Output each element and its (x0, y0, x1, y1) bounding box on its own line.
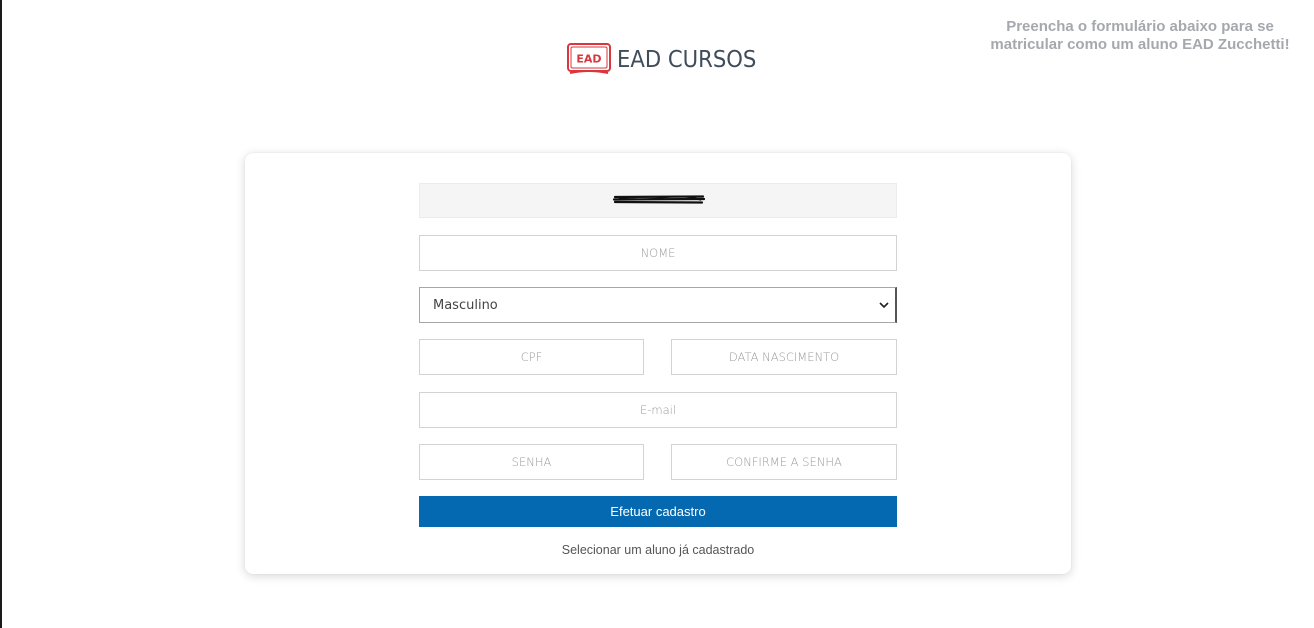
selecionar-aluno-link[interactable]: Selecionar um aluno já cadastrado (419, 543, 897, 557)
redaction-mark (613, 195, 705, 204)
efetuar-cadastro-button[interactable]: Efetuar cadastro (419, 496, 897, 527)
logo-text: EAD CURSOS (617, 47, 757, 73)
confirme-senha-input[interactable] (671, 444, 897, 480)
logo-badge-text: EAD (576, 53, 601, 66)
senha-input[interactable] (419, 444, 644, 480)
registration-notice: Preencha o formulário abaixo para se mat… (990, 18, 1290, 53)
email-input[interactable] (419, 392, 897, 428)
logo: EAD EAD CURSOS (567, 43, 768, 77)
redacted-code-field (419, 183, 897, 218)
chevron-down-icon (879, 302, 889, 309)
genero-select[interactable]: Masculino (419, 287, 897, 323)
window-edge (0, 0, 2, 628)
genero-selected-value: Masculino (433, 298, 498, 313)
cpf-input[interactable] (419, 339, 644, 375)
nome-input[interactable] (419, 235, 897, 271)
monitor-logo-icon: EAD (567, 43, 611, 77)
registration-card: Masculino Efetuar cadastro Selecionar um… (245, 153, 1071, 574)
data-nascimento-input[interactable] (671, 339, 897, 375)
